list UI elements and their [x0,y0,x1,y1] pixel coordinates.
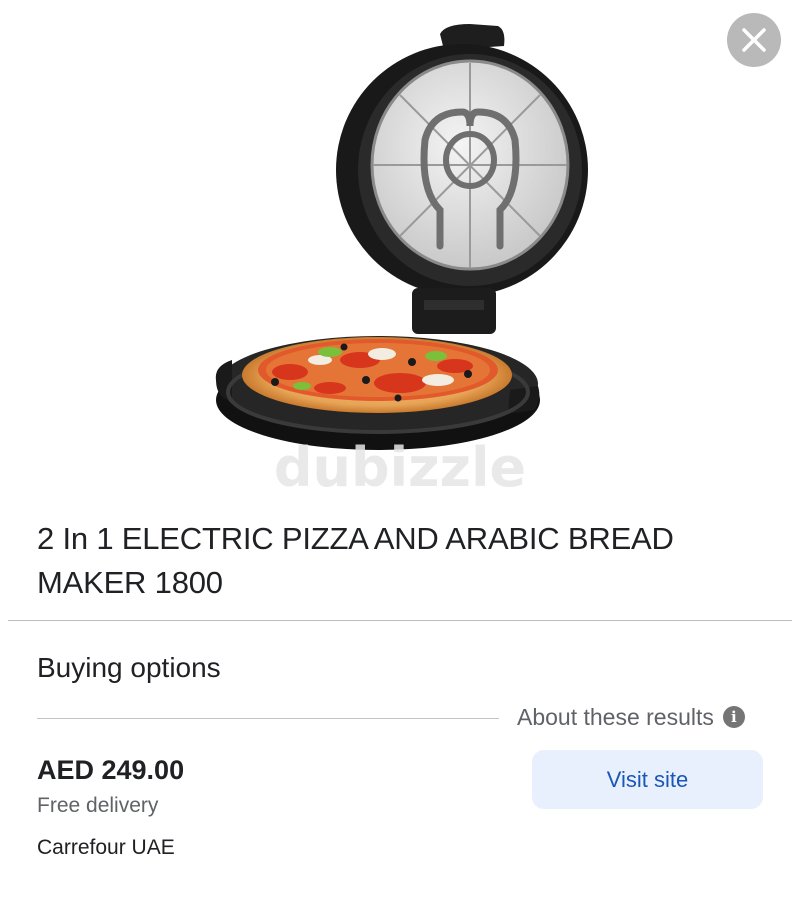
title-divider [8,620,792,621]
section-divider [37,718,499,719]
about-results-link[interactable]: About these results i [517,702,745,732]
product-title: 2 In 1 ELECTRIC PIZZA AND ARABIC BREAD M… [37,521,674,600]
offer-price: AED 249.00 [37,755,185,785]
info-icon[interactable]: i [722,706,745,728]
buying-options-heading: Buying options [37,652,221,683]
product-image: dubizzle [0,0,800,505]
about-results-label: About these results [517,704,714,730]
offer-delivery: Free delivery [37,794,159,817]
watermark-text: dubizzle [274,436,526,499]
visit-site-button[interactable]: Visit site [532,750,763,809]
product-detail-panel: dubizzle 2 In 1 ELECTRIC PIZZA AND ARABI… [0,0,800,902]
close-icon [742,28,766,52]
offer-merchant: Carrefour UAE [37,836,175,859]
close-button[interactable] [727,13,781,67]
